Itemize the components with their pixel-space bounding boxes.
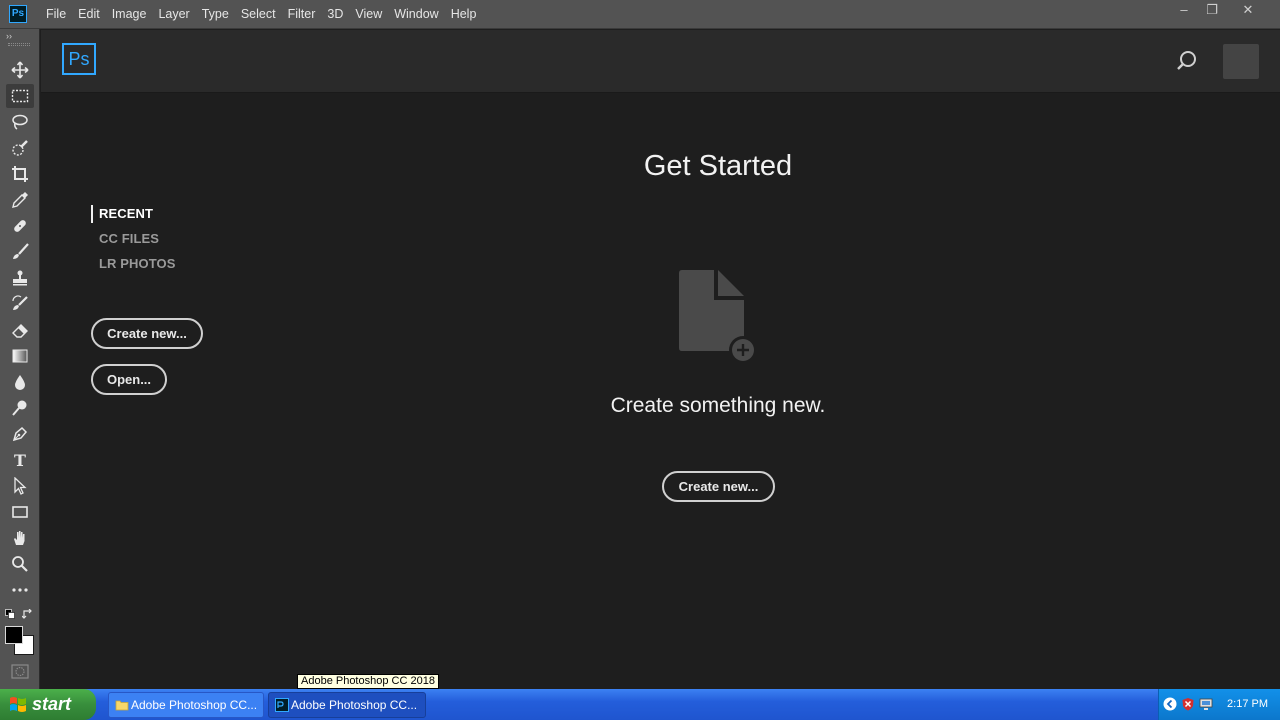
photoshop-app-icon[interactable]: Ps — [9, 5, 27, 23]
menu-window[interactable]: Window — [388, 0, 444, 29]
quick-selection-icon — [12, 140, 28, 156]
new-document-icon[interactable] — [678, 270, 758, 366]
stamp-icon — [13, 270, 27, 286]
menu-type[interactable]: Type — [196, 0, 235, 29]
search-icon[interactable] — [1176, 50, 1198, 72]
type-tool[interactable]: T — [6, 448, 34, 472]
menu-3d[interactable]: 3D — [321, 0, 349, 29]
lasso-tool[interactable] — [6, 110, 34, 134]
move-tool[interactable] — [6, 58, 34, 82]
system-tray: 2:17 PM — [1158, 689, 1280, 720]
close-button[interactable]: ✕ — [1226, 0, 1270, 20]
center-create-new-button[interactable]: Create new... — [662, 471, 775, 502]
start-label: start — [32, 694, 72, 714]
nav-item-lr-photos[interactable]: LR PHOTOS — [91, 255, 176, 280]
create-something-new-text: Create something new. — [610, 394, 826, 417]
drop-icon — [15, 375, 25, 390]
history-brush-tool[interactable] — [6, 292, 34, 316]
taskbar-tooltip: Adobe Photoshop CC 2018 — [297, 674, 439, 689]
window-controls: – ❐ ✕ — [1170, 0, 1270, 22]
marquee-icon — [11, 89, 29, 103]
crop-tool[interactable] — [6, 162, 34, 186]
restore-button[interactable]: ❐ — [1198, 0, 1226, 20]
menu-select[interactable]: Select — [235, 0, 282, 29]
brush-tool[interactable] — [6, 240, 34, 264]
tray-expand-icon[interactable] — [1163, 697, 1177, 711]
clock: 2:17 PM — [1227, 698, 1268, 710]
open-button[interactable]: Open... — [91, 364, 167, 395]
menu-edit[interactable]: Edit — [72, 0, 106, 29]
arrow-icon — [14, 477, 27, 495]
rectangle-icon — [12, 506, 28, 518]
taskbar-item-label: Adobe Photoshop CC... — [291, 698, 418, 712]
crop-icon — [12, 166, 28, 182]
menu-image[interactable]: Image — [106, 0, 153, 29]
pen-tool[interactable] — [6, 422, 34, 446]
side-nav: RECENT CC FILES LR PHOTOS — [91, 205, 176, 280]
rectangular-marquee-tool[interactable] — [6, 84, 34, 108]
edit-toolbar[interactable] — [6, 578, 34, 602]
taskbar-item-label: Adobe Photoshop CC... — [131, 698, 258, 712]
zoom-tool[interactable] — [6, 552, 34, 576]
type-icon: T — [14, 450, 26, 470]
ps-icon — [275, 698, 289, 712]
lasso-icon — [12, 114, 28, 130]
photoshop-logo: Ps — [62, 43, 96, 75]
pen-icon — [12, 426, 28, 442]
more-icon — [12, 588, 28, 592]
gradient-tool[interactable] — [6, 344, 34, 368]
network-icon[interactable] — [1199, 697, 1213, 711]
start-workspace: Ps RECENT CC FILES LR PHOTOS Create new.… — [41, 30, 1280, 689]
clone-stamp-tool[interactable] — [6, 266, 34, 290]
menu-view[interactable]: View — [349, 0, 388, 29]
nav-item-cc-files[interactable]: CC FILES — [91, 230, 176, 255]
taskbar: start Adobe Photoshop CC... Adobe Photos… — [0, 689, 1280, 720]
tools-panel: ›› T — [0, 29, 40, 689]
panel-collapse-icon[interactable]: ›› — [6, 31, 12, 41]
avatar[interactable] — [1223, 44, 1259, 79]
eraser-tool[interactable] — [6, 318, 34, 342]
menu-layer[interactable]: Layer — [152, 0, 195, 29]
start-button[interactable]: start — [0, 689, 96, 720]
eyedropper-tool[interactable] — [6, 188, 34, 212]
blur-tool[interactable] — [6, 370, 34, 394]
swap-colors-icon[interactable] — [22, 609, 33, 620]
path-selection-tool[interactable] — [6, 474, 34, 498]
zoom-icon — [12, 556, 28, 572]
nav-item-recent[interactable]: RECENT — [91, 205, 176, 230]
quick-selection-tool[interactable] — [6, 136, 34, 160]
menu-items: File Edit Image Layer Type Select Filter… — [40, 0, 482, 29]
windows-flag-icon — [10, 697, 26, 712]
move-icon — [11, 61, 29, 79]
bandage-icon — [14, 220, 26, 232]
hand-tool[interactable] — [6, 526, 34, 550]
dodge-icon — [12, 400, 27, 416]
workspace-header: Ps — [41, 30, 1280, 93]
history-brush-icon — [12, 295, 28, 310]
security-shield-icon[interactable] — [1181, 697, 1195, 711]
default-colors-icon[interactable] — [5, 609, 15, 619]
page-title: Get Started — [643, 150, 793, 182]
menu-bar: Ps File Edit Image Layer Type Select Fil… — [0, 0, 1280, 29]
healing-brush-tool[interactable] — [6, 214, 34, 238]
dodge-tool[interactable] — [6, 396, 34, 420]
minimize-button[interactable]: – — [1170, 0, 1198, 20]
eraser-icon — [12, 324, 28, 338]
brush-icon — [13, 243, 29, 259]
quick-mask-icon[interactable] — [11, 664, 29, 679]
eyedropper-icon — [12, 192, 28, 208]
menu-file[interactable]: File — [40, 0, 72, 29]
taskbar-item-folder[interactable]: Adobe Photoshop CC... — [108, 692, 264, 718]
create-new-button[interactable]: Create new... — [91, 318, 203, 349]
gradient-icon — [12, 349, 28, 363]
taskbar-item-photoshop[interactable]: Adobe Photoshop CC... — [268, 692, 426, 718]
menu-filter[interactable]: Filter — [282, 0, 322, 29]
hand-icon — [14, 531, 25, 545]
folder-icon — [115, 700, 129, 711]
menu-help[interactable]: Help — [445, 0, 483, 29]
foreground-color-swatch[interactable] — [5, 626, 23, 644]
panel-grip[interactable] — [8, 43, 30, 46]
rectangle-tool[interactable] — [6, 500, 34, 524]
